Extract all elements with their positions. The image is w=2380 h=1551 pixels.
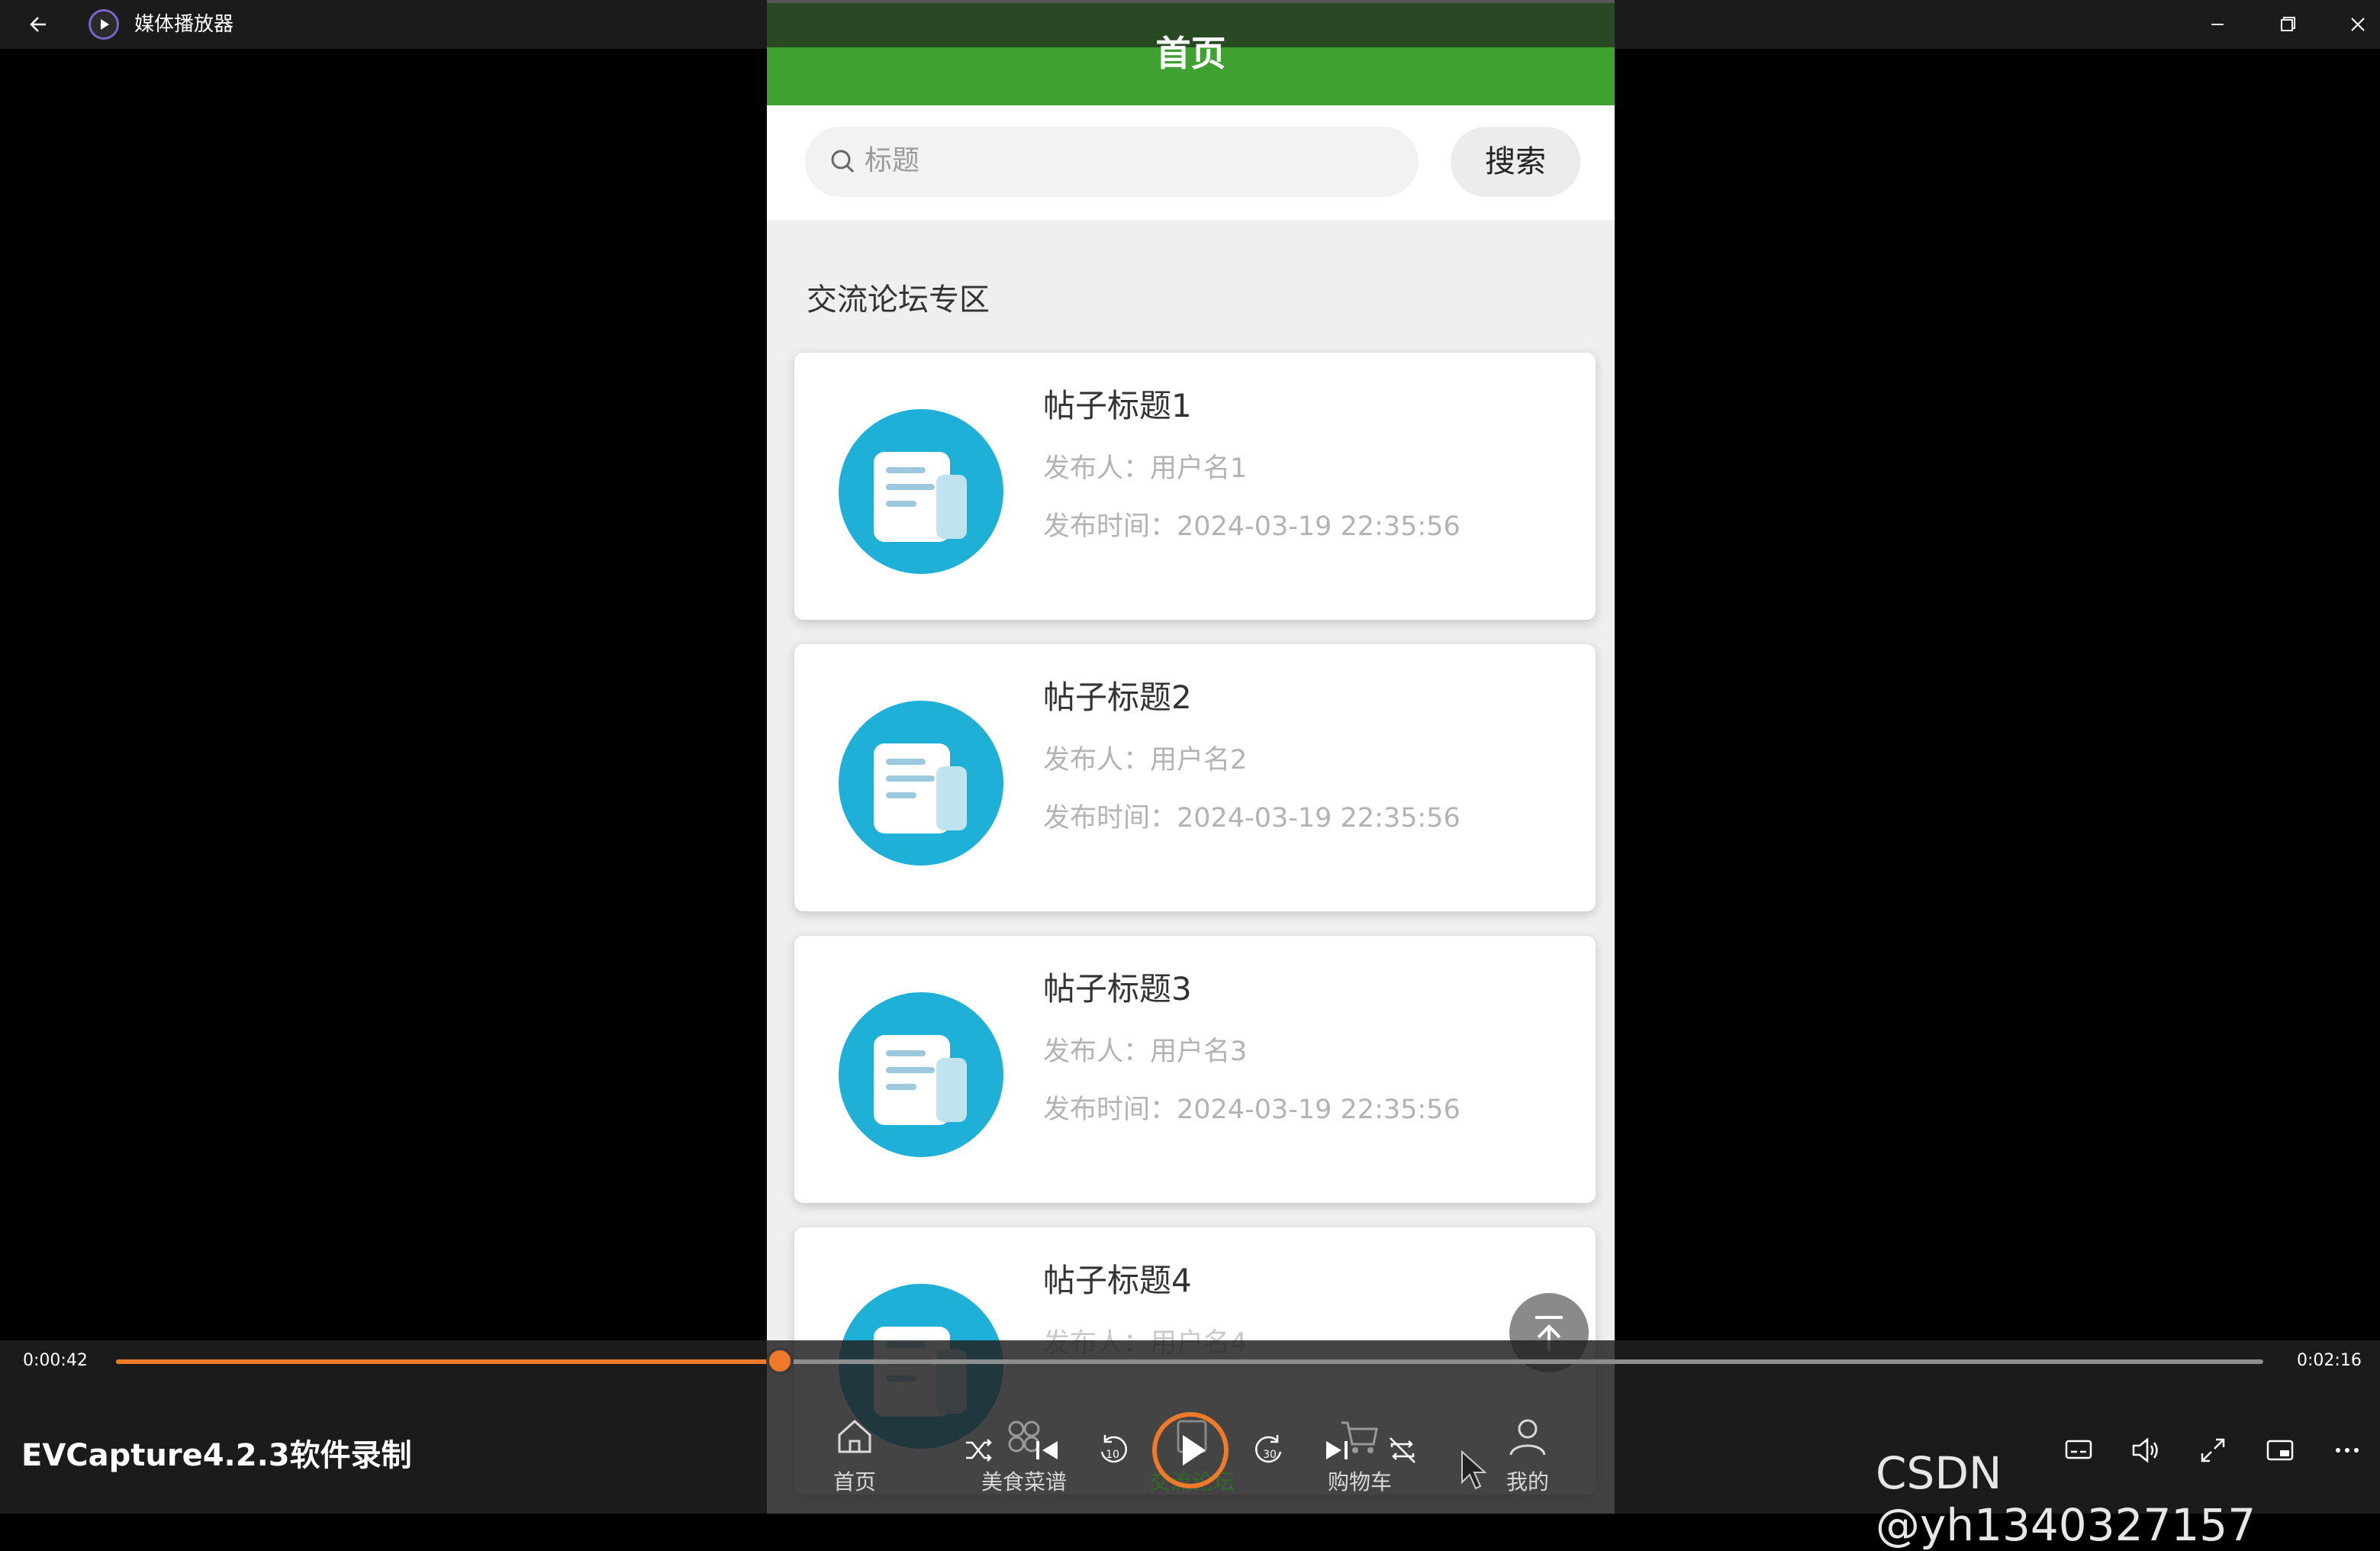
user-icon (1509, 1419, 1546, 1456)
close-icon[interactable] (2341, 8, 2375, 41)
document-icon (839, 409, 1003, 574)
search-icon (831, 150, 855, 173)
repeat-icon[interactable] (1381, 1429, 1424, 1472)
home-icon (838, 1419, 871, 1453)
phone-screen: 首页 标题 搜索 交流论坛专区 帖子标题1 发布人：用户名1 发布时间：2024… (767, 0, 1615, 1514)
rewind-10-icon[interactable]: 10 (1091, 1429, 1134, 1472)
tab-mine[interactable]: 我的 (1474, 1414, 1581, 1496)
tab-label: 首页 (833, 1469, 876, 1495)
seek-bar-progress (116, 1359, 780, 1364)
document-icon (839, 701, 1003, 866)
recording-watermark: EVCapture4.2.3软件录制 (21, 1438, 412, 1473)
window-title: 媒体播放器 (134, 13, 234, 36)
elapsed-time: 0:00:42 (23, 1351, 88, 1370)
restore-icon[interactable] (2271, 8, 2304, 41)
total-duration: 0:02:16 (2297, 1351, 2362, 1370)
shuffle-icon[interactable] (957, 1429, 1000, 1472)
back-arrow-icon[interactable] (23, 8, 56, 41)
csdn-watermark: CSDN @yh1340327157 (1876, 1447, 2256, 1551)
svg-text:10: 10 (1106, 1449, 1119, 1461)
play-button[interactable] (1152, 1412, 1229, 1488)
media-player-icon (89, 9, 119, 40)
post-title: 帖子标题4 (1043, 1262, 1192, 1299)
document-icon (839, 992, 1003, 1157)
page-title: 首页 (1155, 33, 1226, 74)
forward-30-icon[interactable]: 30 (1248, 1429, 1291, 1472)
minimize-icon[interactable] (2201, 8, 2234, 41)
section-title: 交流论坛专区 (807, 282, 990, 318)
mouse-cursor-icon (1461, 1449, 1487, 1490)
seek-bar-thumb[interactable] (765, 1347, 794, 1375)
post-title: 帖子标题2 (1043, 679, 1192, 716)
post-author: 发布人：用户名3 (1043, 1037, 1248, 1067)
post-card[interactable]: 帖子标题3 发布人：用户名3 发布时间：2024-03-19 22:35:56 (794, 936, 1596, 1203)
post-time: 发布时间：2024-03-19 22:35:56 (1043, 803, 1461, 834)
post-author: 发布人：用户名1 (1043, 453, 1248, 484)
post-time: 发布时间：2024-03-19 22:35:56 (1043, 511, 1461, 542)
svg-text:30: 30 (1263, 1449, 1277, 1461)
tab-label: 我的 (1506, 1469, 1549, 1495)
search-placeholder: 标题 (865, 145, 920, 176)
post-time: 发布时间：2024-03-19 22:35:56 (1043, 1095, 1461, 1125)
search-button[interactable]: 搜索 (1451, 127, 1580, 197)
previous-icon[interactable] (1026, 1429, 1068, 1472)
next-icon[interactable] (1316, 1429, 1358, 1472)
post-card[interactable]: 帖子标题1 发布人：用户名1 发布时间：2024-03-19 22:35:56 (794, 353, 1596, 620)
post-title: 帖子标题3 (1043, 970, 1192, 1008)
post-card[interactable]: 帖子标题2 发布人：用户名2 发布时间：2024-03-19 22:35:56 (794, 644, 1596, 911)
tab-home[interactable]: 首页 (801, 1414, 908, 1496)
post-author: 发布人：用户名2 (1043, 745, 1248, 776)
post-title: 帖子标题1 (1043, 387, 1192, 424)
play-icon (1183, 1435, 1206, 1466)
